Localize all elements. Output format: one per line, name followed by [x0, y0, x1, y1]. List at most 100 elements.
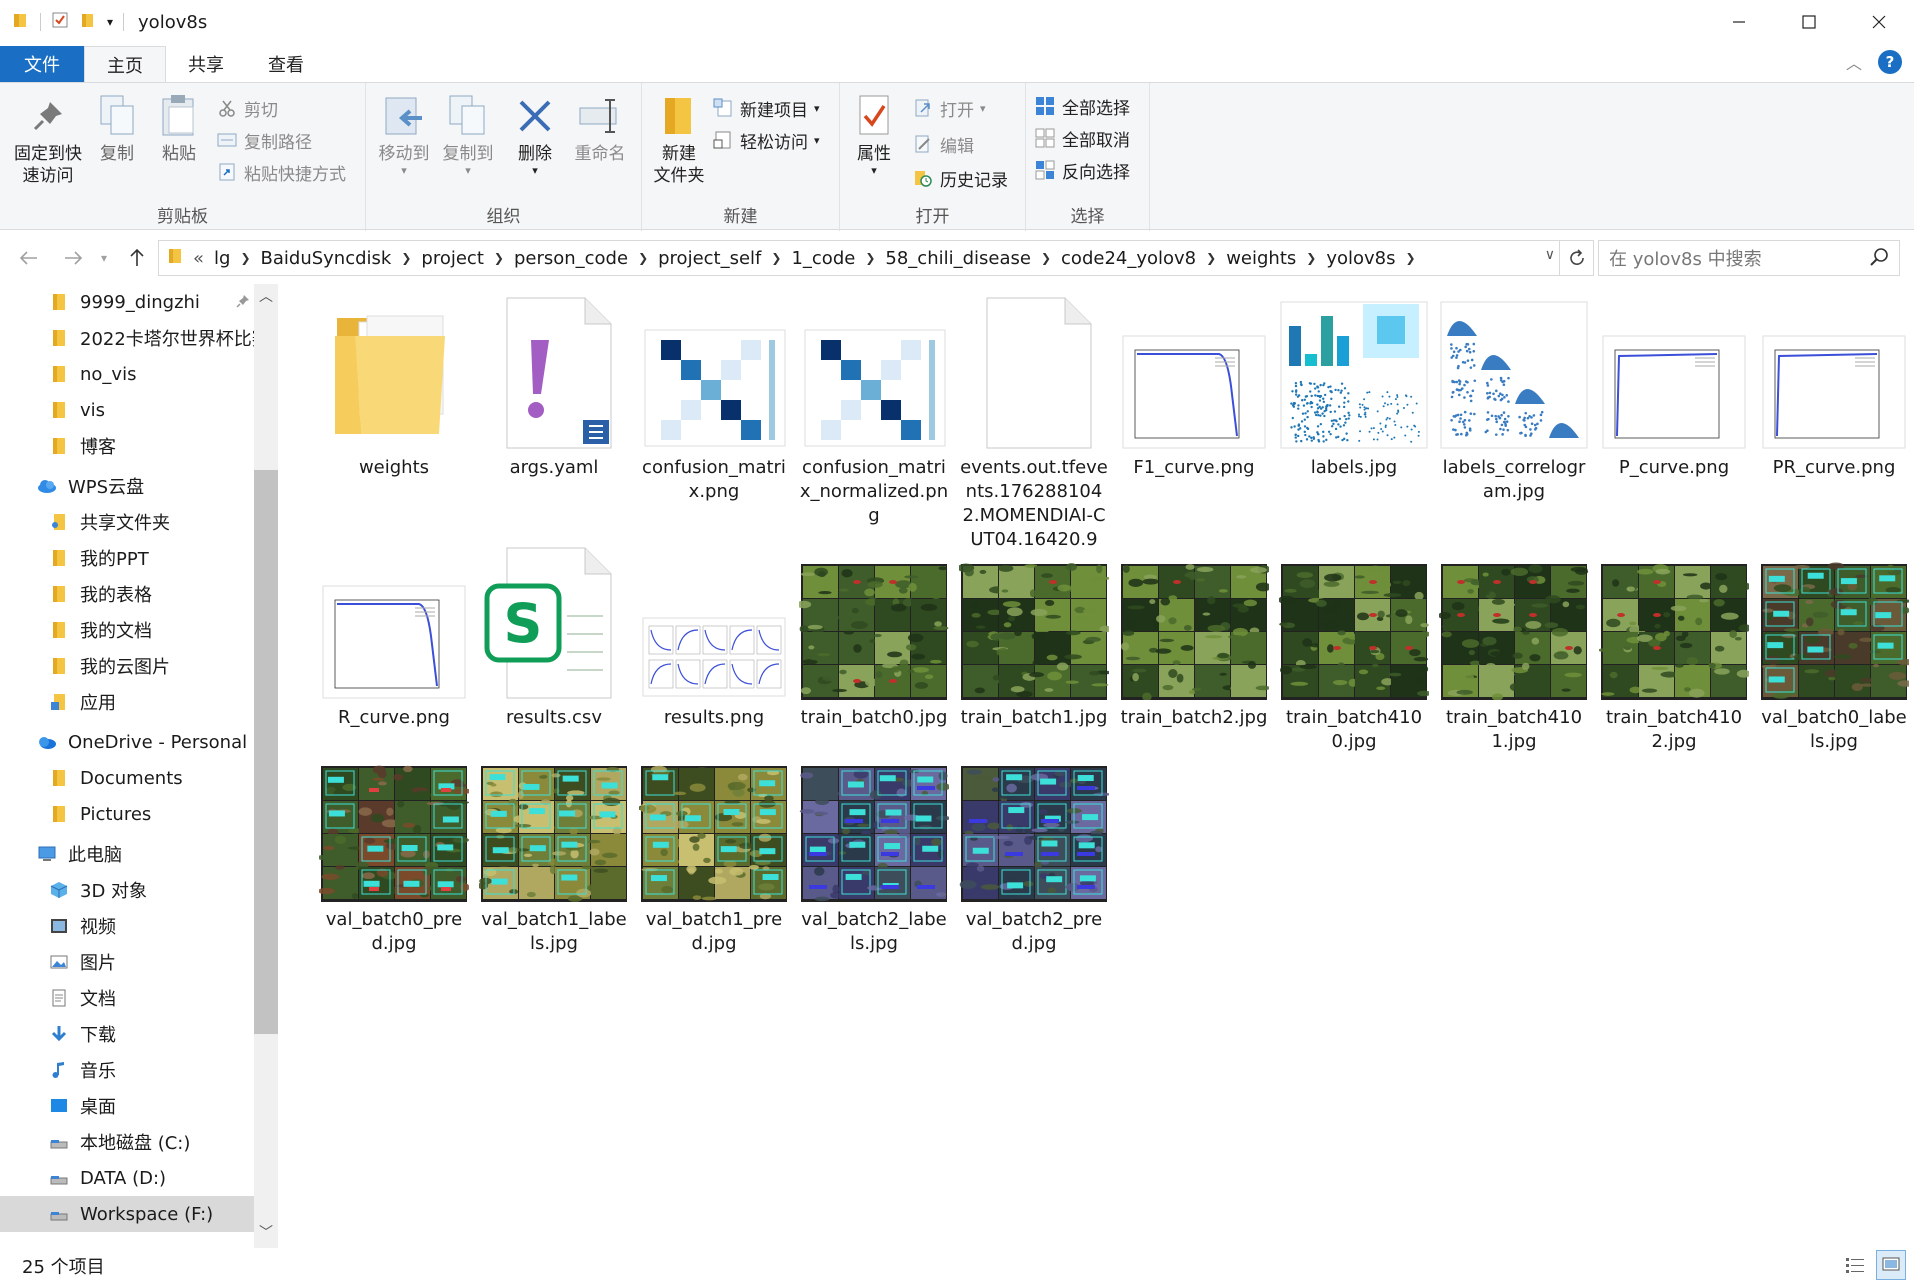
file-item[interactable]: val_batch1_pred.jpg: [636, 748, 792, 956]
maximize-button[interactable]: [1774, 0, 1844, 44]
file-item[interactable]: val_batch2_labels.jpg: [796, 748, 952, 956]
file-item[interactable]: F1_curve.png: [1116, 296, 1272, 480]
file-item[interactable]: train_batch4102.jpg: [1596, 546, 1752, 754]
chevron-down-icon[interactable]: ▾: [107, 15, 113, 29]
chevron-right-icon[interactable]: ❯: [1406, 251, 1416, 265]
navigation-scrollbar[interactable]: ︿ ﹀: [254, 284, 278, 1248]
file-item[interactable]: train_batch4100.jpg: [1276, 546, 1432, 754]
scroll-down-arrow[interactable]: ﹀: [254, 1222, 278, 1246]
cut-button[interactable]: 剪切: [216, 93, 278, 123]
pin-to-quick-access-button[interactable]: 固定到快 速访问: [8, 93, 88, 187]
copy-to-button[interactable]: 复制到 ▾: [438, 93, 498, 177]
chevron-right-icon[interactable]: ❯: [865, 251, 875, 265]
history-button[interactable]: 历史记录: [912, 163, 1008, 193]
chevron-right-icon[interactable]: ❯: [638, 251, 648, 265]
open-button[interactable]: 打开 ▾: [912, 93, 986, 123]
file-item[interactable]: confusion_matrix.png: [636, 296, 792, 504]
refresh-button[interactable]: [1560, 240, 1594, 276]
properties-button[interactable]: 属性 ▾: [844, 93, 904, 177]
sidebar-item[interactable]: 音乐: [0, 1052, 254, 1088]
chevron-right-icon[interactable]: ❯: [1041, 251, 1051, 265]
address-bar[interactable]: « lg ❯ BaiduSyncdisk ❯ project ❯ person_code ❯ p…: [158, 240, 1560, 276]
sidebar-item[interactable]: Documents: [0, 760, 254, 796]
tab-share[interactable]: 共享: [166, 46, 246, 82]
tab-view[interactable]: 查看: [246, 46, 326, 82]
chevron-up-icon[interactable]: ︿: [1846, 50, 1862, 74]
file-item[interactable]: val_batch1_labels.jpg: [476, 748, 632, 956]
sidebar-item[interactable]: vis: [0, 392, 254, 428]
sidebar-item[interactable]: 视频: [0, 908, 254, 944]
sidebar-item[interactable]: Workspace (F:): [0, 1196, 254, 1232]
breadcrumb-item[interactable]: weights: [1226, 248, 1296, 269]
sidebar-item[interactable]: 下载: [0, 1016, 254, 1052]
sidebar-item[interactable]: no_vis: [0, 356, 254, 392]
file-item[interactable]: train_batch4101.jpg: [1436, 546, 1592, 754]
sidebar-item[interactable]: Pictures: [0, 796, 254, 832]
sidebar-item[interactable]: 3D 对象: [0, 872, 254, 908]
sidebar-item[interactable]: 文档: [0, 980, 254, 1016]
copy-button[interactable]: 复制: [92, 93, 142, 165]
back-button[interactable]: [14, 242, 44, 274]
sidebar-item[interactable]: 我的PPT: [0, 540, 254, 576]
new-folder-button[interactable]: 新建 文件夹: [644, 93, 714, 187]
breadcrumb-overflow[interactable]: «: [193, 248, 204, 269]
scrollbar-thumb[interactable]: [254, 470, 278, 1034]
file-item[interactable]: results.png: [636, 546, 792, 730]
file-item[interactable]: train_batch0.jpg: [796, 546, 952, 730]
sidebar-item[interactable]: 9999_dingzhi: [0, 284, 254, 320]
delete-button[interactable]: 删除 ▾: [510, 93, 560, 177]
file-item[interactable]: train_batch1.jpg: [956, 546, 1112, 730]
close-button[interactable]: [1844, 0, 1914, 44]
sidebar-item[interactable]: OneDrive - Personal: [0, 724, 254, 760]
rename-button[interactable]: 重命名: [568, 93, 632, 165]
breadcrumb-item[interactable]: BaiduSyncdisk: [261, 248, 392, 269]
breadcrumb-item[interactable]: yolov8s: [1326, 248, 1395, 269]
file-item[interactable]: weights: [316, 296, 472, 480]
file-item[interactable]: Sresults.csv: [476, 546, 632, 730]
recent-locations-button[interactable]: ▾: [94, 242, 114, 274]
chevron-right-icon[interactable]: ❯: [771, 251, 781, 265]
details-view-button[interactable]: [1840, 1250, 1870, 1280]
sidebar-item[interactable]: 2022卡塔尔世界杯比赛: [0, 320, 254, 356]
easy-access-button[interactable]: 轻松访问 ▾: [712, 125, 820, 155]
chevron-right-icon[interactable]: ❯: [1306, 251, 1316, 265]
chevron-right-icon[interactable]: ❯: [240, 251, 250, 265]
file-item[interactable]: val_batch0_pred.jpg: [316, 748, 472, 956]
search-input[interactable]: 在 yolov8s 中搜索: [1598, 240, 1900, 276]
chevron-right-icon[interactable]: ❯: [494, 251, 504, 265]
new-folder-icon[interactable]: [79, 11, 97, 33]
sidebar-item[interactable]: 此电脑: [0, 836, 254, 872]
help-icon[interactable]: ?: [1878, 50, 1902, 74]
tab-home[interactable]: 主页: [84, 46, 166, 82]
breadcrumb-item[interactable]: 1_code: [791, 248, 855, 269]
sidebar-item[interactable]: 应用: [0, 684, 254, 720]
file-item[interactable]: events.out.tfevents.1762881042.MOMENDIAI…: [956, 296, 1112, 552]
move-to-button[interactable]: 移动到 ▾: [374, 93, 434, 177]
invert-selection-button[interactable]: 反向选择: [1034, 155, 1130, 185]
chevron-down-icon[interactable]: ∨: [1545, 247, 1555, 263]
select-none-button[interactable]: 全部取消: [1034, 123, 1130, 153]
paste-button[interactable]: 粘贴: [154, 93, 204, 165]
file-item[interactable]: labels_correlogram.jpg: [1436, 296, 1592, 504]
sidebar-item[interactable]: 桌面: [0, 1088, 254, 1124]
file-item[interactable]: val_batch2_pred.jpg: [956, 748, 1112, 956]
scroll-up-arrow[interactable]: ︿: [254, 286, 278, 310]
breadcrumb-item[interactable]: code24_yolov8: [1061, 248, 1196, 269]
sidebar-item[interactable]: 共享文件夹: [0, 504, 254, 540]
file-item[interactable]: confusion_matrix_normalized.png: [796, 296, 952, 528]
breadcrumb-item[interactable]: project_self: [658, 248, 761, 269]
tab-file[interactable]: 文件: [0, 46, 84, 82]
sidebar-item[interactable]: 我的表格: [0, 576, 254, 612]
sidebar-item[interactable]: DATA (D:): [0, 1160, 254, 1196]
properties-icon[interactable]: [51, 11, 69, 33]
file-item[interactable]: P_curve.png: [1596, 296, 1752, 480]
up-button[interactable]: [122, 242, 152, 274]
sidebar-item[interactable]: WPS云盘: [0, 468, 254, 504]
forward-button[interactable]: [58, 242, 88, 274]
breadcrumb-item[interactable]: lg: [214, 248, 230, 269]
chevron-right-icon[interactable]: ❯: [401, 251, 411, 265]
sidebar-item[interactable]: 我的云图片: [0, 648, 254, 684]
chevron-right-icon[interactable]: ❯: [1206, 251, 1216, 265]
select-all-button[interactable]: 全部选择: [1034, 91, 1130, 121]
file-item[interactable]: R_curve.png: [316, 546, 472, 730]
